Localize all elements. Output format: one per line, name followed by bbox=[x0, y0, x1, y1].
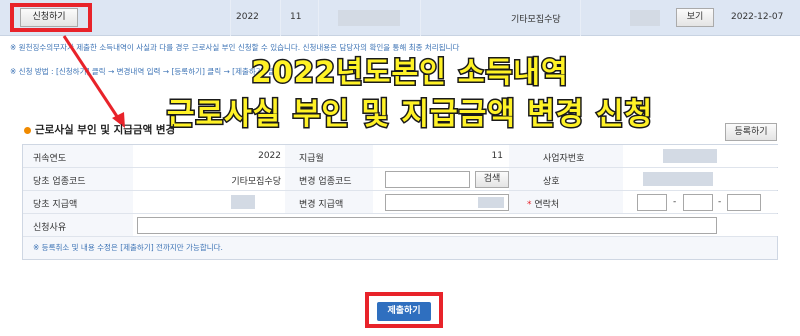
section-title: 근로사실 부인 및 지급금액 변경 bbox=[24, 122, 175, 137]
orig-amount-label: 당초 지급액 bbox=[33, 200, 78, 210]
submit-button[interactable]: 제출하기 bbox=[377, 302, 431, 321]
reason-label: 신청사유 bbox=[33, 223, 67, 233]
phone-dash: - bbox=[718, 197, 722, 207]
overlay-title-line-2: 근로사실 부인 및 지급금액 변경 신청 bbox=[165, 96, 654, 134]
form-row-4: 신청사유 bbox=[23, 214, 778, 237]
phone-dash: - bbox=[673, 197, 677, 207]
reason-input[interactable] bbox=[137, 217, 717, 234]
attr-year-value: 2022 bbox=[258, 151, 281, 161]
orig-code-value: 기타모집수당 bbox=[231, 177, 281, 187]
contact-label: * 연락처 bbox=[527, 197, 559, 210]
search-button[interactable]: 검색 bbox=[475, 171, 509, 188]
new-code-input[interactable] bbox=[385, 171, 470, 188]
register-button[interactable]: 등록하기 bbox=[725, 123, 777, 141]
form-row-1: 귀속연도 2022 지급월 11 사업자번호 bbox=[23, 145, 778, 168]
pay-month-label: 지급월 bbox=[299, 154, 324, 164]
redacted-block bbox=[663, 149, 717, 163]
form-row-2: 당초 업종코드 기타모집수당 변경 업종코드 검색 상호 bbox=[23, 168, 778, 191]
new-amount-label: 변경 지급액 bbox=[299, 200, 344, 210]
redacted-block bbox=[643, 172, 713, 186]
section-title-text: 근로사실 부인 및 지급금액 변경 bbox=[35, 124, 176, 136]
required-mark: * bbox=[527, 200, 532, 210]
value-cell bbox=[133, 191, 285, 213]
overlay-title-line-1: 2022년도본인 소득내역 bbox=[250, 54, 569, 91]
phone-part-3-input[interactable] bbox=[727, 194, 761, 211]
contact-label-text: 연락처 bbox=[534, 200, 560, 210]
biz-no-label: 사업자번호 bbox=[543, 154, 585, 164]
company-label: 상호 bbox=[543, 177, 560, 187]
form-note: ※ 등록취소 및 내용 수정은 [제출하기] 전까지만 가능합니다. bbox=[33, 243, 223, 252]
change-request-form: 귀속연도 2022 지급월 11 사업자번호 당초 업종코드 기타모집수당 변경… bbox=[22, 144, 778, 260]
new-code-label: 변경 업종코드 bbox=[299, 177, 352, 187]
redacted-block bbox=[231, 195, 255, 209]
form-row-3: 당초 지급액 변경 지급액 * 연락처 - - bbox=[23, 191, 778, 214]
phone-part-1-input[interactable] bbox=[637, 194, 667, 211]
bullet-icon bbox=[24, 126, 31, 134]
redacted-block bbox=[478, 197, 504, 208]
phone-part-2-input[interactable] bbox=[683, 194, 713, 211]
orig-code-label: 당초 업종코드 bbox=[33, 177, 86, 187]
attr-year-label: 귀속연도 bbox=[33, 154, 67, 164]
pay-month-value: 11 bbox=[491, 151, 503, 161]
form-note-row: ※ 등록취소 및 내용 수정은 [제출하기] 전까지만 가능합니다. bbox=[23, 237, 777, 259]
